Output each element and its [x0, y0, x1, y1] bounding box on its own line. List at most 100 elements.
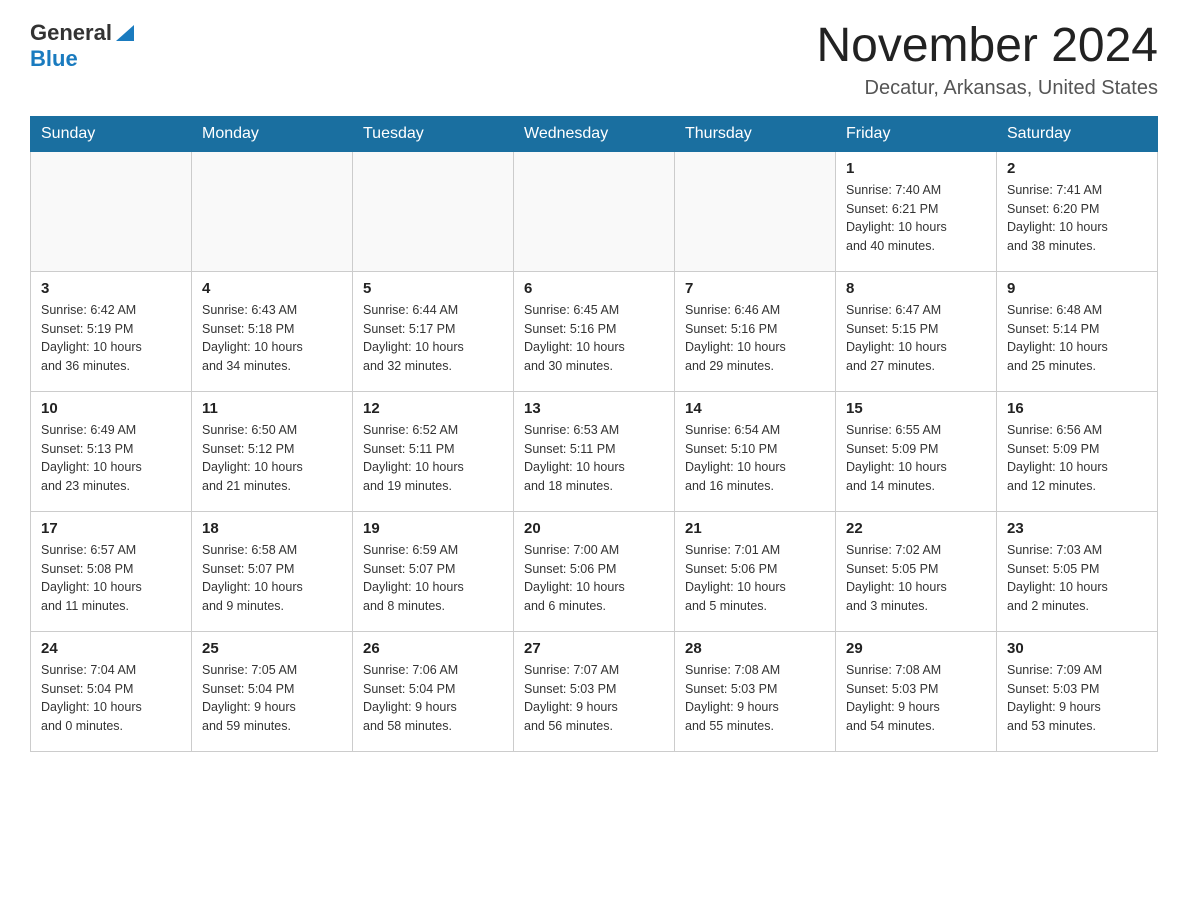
logo-general-text: General: [30, 20, 112, 46]
day-number: 24: [41, 640, 181, 657]
day-number: 28: [685, 640, 825, 657]
calendar-title: November 2024: [816, 20, 1158, 73]
day-number: 29: [846, 640, 986, 657]
day-number: 30: [1007, 640, 1147, 657]
day-info: Sunrise: 6:52 AMSunset: 5:11 PMDaylight:…: [363, 421, 503, 496]
calendar-cell: 6 Sunrise: 6:45 AMSunset: 5:16 PMDaylight…: [514, 271, 675, 391]
day-number: 15: [846, 400, 986, 417]
calendar-cell: 9 Sunrise: 6:48 AMSunset: 5:14 PMDaylight…: [997, 271, 1158, 391]
day-number: 8: [846, 280, 986, 297]
calendar-cell: 4 Sunrise: 6:43 AMSunset: 5:18 PMDaylight…: [192, 271, 353, 391]
calendar-cell: 20 Sunrise: 7:00 AMSunset: 5:06 PMDayligh…: [514, 511, 675, 631]
logo-triangle-icon: [114, 21, 136, 43]
day-info: Sunrise: 7:08 AMSunset: 5:03 PMDaylight:…: [685, 661, 825, 736]
day-info: Sunrise: 6:49 AMSunset: 5:13 PMDaylight:…: [41, 421, 181, 496]
calendar-header-row: SundayMondayTuesdayWednesdayThursdayFrid…: [31, 116, 1158, 151]
calendar-cell: 11Sunrise: 6:50 AMSunset: 5:12 PMDayligh…: [192, 391, 353, 511]
calendar-cell: [31, 151, 192, 271]
day-number: 26: [363, 640, 503, 657]
day-info: Sunrise: 6:47 AMSunset: 5:15 PMDaylight:…: [846, 301, 986, 376]
calendar-cell: [675, 151, 836, 271]
day-info: Sunrise: 6:58 AMSunset: 5:07 PMDaylight:…: [202, 541, 342, 616]
day-info: Sunrise: 7:09 AMSunset: 5:03 PMDaylight:…: [1007, 661, 1147, 736]
day-info: Sunrise: 7:02 AMSunset: 5:05 PMDaylight:…: [846, 541, 986, 616]
day-info: Sunrise: 7:03 AMSunset: 5:05 PMDaylight:…: [1007, 541, 1147, 616]
day-number: 16: [1007, 400, 1147, 417]
calendar-cell: 19 Sunrise: 6:59 AMSunset: 5:07 PMDayligh…: [353, 511, 514, 631]
calendar-cell: 22Sunrise: 7:02 AMSunset: 5:05 PMDayligh…: [836, 511, 997, 631]
calendar-week-4: 24 Sunrise: 7:04 AMSunset: 5:04 PMDayligh…: [31, 631, 1158, 751]
day-number: 7: [685, 280, 825, 297]
day-info: Sunrise: 7:41 AMSunset: 6:20 PMDaylight:…: [1007, 181, 1147, 256]
day-info: Sunrise: 6:43 AMSunset: 5:18 PMDaylight:…: [202, 301, 342, 376]
calendar-cell: 21 Sunrise: 7:01 AMSunset: 5:06 PMDayligh…: [675, 511, 836, 631]
header-wednesday: Wednesday: [514, 116, 675, 151]
calendar-cell: 15 Sunrise: 6:55 AMSunset: 5:09 PMDayligh…: [836, 391, 997, 511]
day-info: Sunrise: 6:48 AMSunset: 5:14 PMDaylight:…: [1007, 301, 1147, 376]
calendar-cell: [192, 151, 353, 271]
header-saturday: Saturday: [997, 116, 1158, 151]
day-info: Sunrise: 6:54 AMSunset: 5:10 PMDaylight:…: [685, 421, 825, 496]
header-friday: Friday: [836, 116, 997, 151]
day-number: 20: [524, 520, 664, 537]
header-sunday: Sunday: [31, 116, 192, 151]
calendar-cell: 10 Sunrise: 6:49 AMSunset: 5:13 PMDayligh…: [31, 391, 192, 511]
calendar-cell: 26 Sunrise: 7:06 AMSunset: 5:04 PMDayligh…: [353, 631, 514, 751]
day-number: 19: [363, 520, 503, 537]
calendar-cell: 14 Sunrise: 6:54 AMSunset: 5:10 PMDayligh…: [675, 391, 836, 511]
calendar-cell: 18 Sunrise: 6:58 AMSunset: 5:07 PMDayligh…: [192, 511, 353, 631]
day-info: Sunrise: 7:40 AMSunset: 6:21 PMDaylight:…: [846, 181, 986, 256]
day-number: 18: [202, 520, 342, 537]
day-number: 4: [202, 280, 342, 297]
day-info: Sunrise: 7:04 AMSunset: 5:04 PMDaylight:…: [41, 661, 181, 736]
calendar-cell: 12Sunrise: 6:52 AMSunset: 5:11 PMDayligh…: [353, 391, 514, 511]
day-number: 17: [41, 520, 181, 537]
day-info: Sunrise: 6:55 AMSunset: 5:09 PMDaylight:…: [846, 421, 986, 496]
calendar-cell: 29 Sunrise: 7:08 AMSunset: 5:03 PMDayligh…: [836, 631, 997, 751]
calendar-cell: 25Sunrise: 7:05 AMSunset: 5:04 PMDayligh…: [192, 631, 353, 751]
calendar-cell: 2 Sunrise: 7:41 AMSunset: 6:20 PMDaylight…: [997, 151, 1158, 271]
page-header: General Blue November 2024 Decatur, Arka…: [30, 20, 1158, 100]
day-info: Sunrise: 6:59 AMSunset: 5:07 PMDaylight:…: [363, 541, 503, 616]
calendar-cell: 23Sunrise: 7:03 AMSunset: 5:05 PMDayligh…: [997, 511, 1158, 631]
day-number: 5: [363, 280, 503, 297]
day-info: Sunrise: 6:45 AMSunset: 5:16 PMDaylight:…: [524, 301, 664, 376]
day-info: Sunrise: 6:56 AMSunset: 5:09 PMDaylight:…: [1007, 421, 1147, 496]
day-number: 2: [1007, 160, 1147, 177]
day-info: Sunrise: 6:53 AMSunset: 5:11 PMDaylight:…: [524, 421, 664, 496]
day-info: Sunrise: 7:01 AMSunset: 5:06 PMDaylight:…: [685, 541, 825, 616]
day-info: Sunrise: 7:08 AMSunset: 5:03 PMDaylight:…: [846, 661, 986, 736]
day-number: 1: [846, 160, 986, 177]
day-number: 6: [524, 280, 664, 297]
day-info: Sunrise: 7:06 AMSunset: 5:04 PMDaylight:…: [363, 661, 503, 736]
calendar-week-3: 17Sunrise: 6:57 AMSunset: 5:08 PMDayligh…: [31, 511, 1158, 631]
day-info: Sunrise: 7:05 AMSunset: 5:04 PMDaylight:…: [202, 661, 342, 736]
calendar-cell: 7 Sunrise: 6:46 AMSunset: 5:16 PMDaylight…: [675, 271, 836, 391]
day-info: Sunrise: 7:00 AMSunset: 5:06 PMDaylight:…: [524, 541, 664, 616]
calendar-cell: 16 Sunrise: 6:56 AMSunset: 5:09 PMDayligh…: [997, 391, 1158, 511]
calendar-cell: 5Sunrise: 6:44 AMSunset: 5:17 PMDaylight…: [353, 271, 514, 391]
day-number: 9: [1007, 280, 1147, 297]
day-info: Sunrise: 6:42 AMSunset: 5:19 PMDaylight:…: [41, 301, 181, 376]
calendar-cell: 1 Sunrise: 7:40 AMSunset: 6:21 PMDaylight…: [836, 151, 997, 271]
calendar-cell: 17Sunrise: 6:57 AMSunset: 5:08 PMDayligh…: [31, 511, 192, 631]
day-number: 27: [524, 640, 664, 657]
calendar-cell: 3 Sunrise: 6:42 AMSunset: 5:19 PMDaylight…: [31, 271, 192, 391]
day-info: Sunrise: 6:46 AMSunset: 5:16 PMDaylight:…: [685, 301, 825, 376]
calendar-cell: 28 Sunrise: 7:08 AMSunset: 5:03 PMDayligh…: [675, 631, 836, 751]
day-number: 3: [41, 280, 181, 297]
header-thursday: Thursday: [675, 116, 836, 151]
header-tuesday: Tuesday: [353, 116, 514, 151]
calendar-cell: 27 Sunrise: 7:07 AMSunset: 5:03 PMDayligh…: [514, 631, 675, 751]
calendar-table: SundayMondayTuesdayWednesdayThursdayFrid…: [30, 116, 1158, 752]
calendar-cell: [353, 151, 514, 271]
logo-blue-text: Blue: [30, 46, 78, 72]
calendar-cell: 24 Sunrise: 7:04 AMSunset: 5:04 PMDayligh…: [31, 631, 192, 751]
day-number: 10: [41, 400, 181, 417]
day-number: 21: [685, 520, 825, 537]
day-number: 14: [685, 400, 825, 417]
day-info: Sunrise: 7:07 AMSunset: 5:03 PMDaylight:…: [524, 661, 664, 736]
calendar-cell: 30 Sunrise: 7:09 AMSunset: 5:03 PMDayligh…: [997, 631, 1158, 751]
calendar-week-2: 10 Sunrise: 6:49 AMSunset: 5:13 PMDayligh…: [31, 391, 1158, 511]
calendar-cell: [514, 151, 675, 271]
